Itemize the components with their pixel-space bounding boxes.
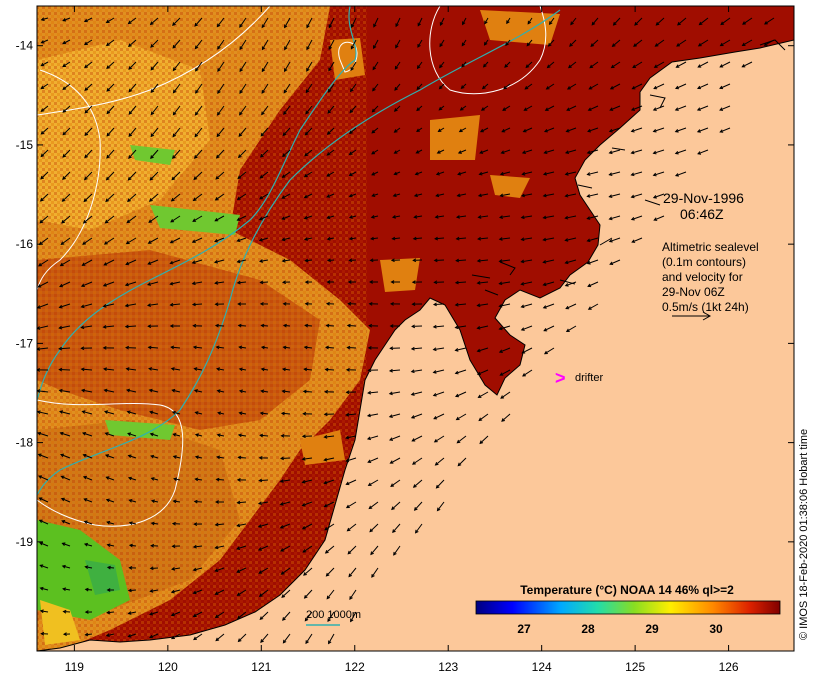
date-label: 29-Nov-1996 <box>663 190 744 206</box>
colorbar-tick-label: 27 <box>517 622 531 636</box>
x-tick-label: 119 <box>65 660 84 674</box>
colorbar-tick-label: 29 <box>645 622 659 636</box>
y-tick-label: -18 <box>16 436 34 450</box>
orange-spot <box>380 258 420 292</box>
time-label: 06:46Z <box>680 206 724 222</box>
x-tick-label: 121 <box>251 660 271 674</box>
x-tick-label: 126 <box>719 660 739 674</box>
drifter-marker: > <box>555 368 566 388</box>
y-tick-label: -14 <box>16 39 34 53</box>
colorbar-tick-label: 28 <box>581 622 595 636</box>
colorbar-tick-label: 30 <box>709 622 723 636</box>
svg-text:Altimetric sealevel: Altimetric sealevel <box>662 240 759 254</box>
x-tick-label: 125 <box>625 660 645 674</box>
svg-text:0.5m/s (1kt 24h): 0.5m/s (1kt 24h) <box>662 300 749 314</box>
x-tick-label: 122 <box>345 660 365 674</box>
colorbar-scale <box>475 600 781 615</box>
y-tick-label: -17 <box>16 336 34 350</box>
x-tick-label: 120 <box>158 660 178 674</box>
x-tick-label: 124 <box>532 660 552 674</box>
svg-text:(0.1m contours): (0.1m contours) <box>662 255 746 269</box>
copyright-text: © IMOS 18-Feb-2020 01:38:06 Hobart time <box>798 428 810 640</box>
orange-spot <box>330 38 365 80</box>
x-tick-label: 123 <box>438 660 458 674</box>
colorbar-title: Temperature (°C) NOAA 14 46% ql>=2 <box>520 583 734 597</box>
svg-text:and velocity for: and velocity for <box>662 270 743 284</box>
y-tick-label: -15 <box>16 138 34 152</box>
orange-spot <box>480 10 560 45</box>
drifter-label: drifter <box>575 372 603 384</box>
y-tick-label: -19 <box>16 535 34 549</box>
svg-text:200 1000m: 200 1000m <box>306 609 361 621</box>
svg-text:29-Nov 06Z: 29-Nov 06Z <box>662 285 725 299</box>
sst-map: 119 120 121 122 123 124 125 126 -14 -15 -16 -17 -18… <box>16 5 795 674</box>
y-tick-label: -16 <box>16 237 34 251</box>
